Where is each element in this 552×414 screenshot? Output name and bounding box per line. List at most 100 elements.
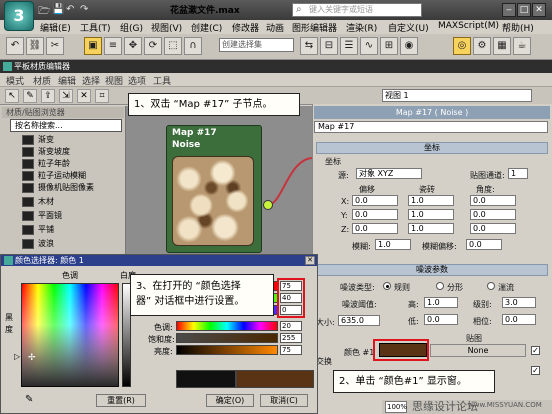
hue-spinner[interactable]: 20 bbox=[280, 321, 302, 331]
browser-item[interactable]: 木材 bbox=[22, 196, 124, 208]
browser-item[interactable]: 摄像机贴图像素 bbox=[22, 182, 124, 194]
render-frame-icon[interactable]: ▦ bbox=[493, 37, 511, 55]
browser-item[interactable]: 渐变 bbox=[22, 134, 124, 146]
browser-item[interactable]: 渐变坡度 bbox=[22, 146, 124, 158]
saturation-spinner[interactable]: 255 bbox=[280, 333, 302, 343]
slate-menu-modes[interactable]: 模式 bbox=[6, 74, 24, 87]
browser-item[interactable]: 粒子年龄 bbox=[22, 158, 124, 170]
green-spinner[interactable]: 40 bbox=[280, 293, 302, 303]
zoom-field[interactable]: 100% bbox=[385, 401, 407, 413]
offset-z-spinner[interactable]: 0.0 bbox=[352, 223, 398, 234]
minimize-button[interactable]: ‒ bbox=[502, 3, 516, 17]
hue-bar[interactable] bbox=[176, 321, 278, 331]
map-name-field[interactable]: Map #17 bbox=[314, 121, 548, 133]
coordinates-rollout[interactable]: 坐标 bbox=[316, 142, 548, 154]
close-icon[interactable]: ✕ bbox=[305, 256, 315, 265]
align-icon[interactable]: ⊟ bbox=[320, 37, 338, 55]
menu-group[interactable]: 组(G) bbox=[120, 21, 143, 34]
curve-editor-icon[interactable]: ∿ bbox=[360, 37, 378, 55]
red-spinner[interactable]: 75 bbox=[280, 281, 302, 291]
angle-x-spinner[interactable]: 0.0 bbox=[470, 195, 516, 206]
noise-params-rollout[interactable]: 噪波参数 bbox=[316, 264, 548, 276]
eyedropper-icon[interactable]: ✎ bbox=[25, 394, 33, 405]
browser-item[interactable]: 平面镜 bbox=[22, 210, 124, 222]
menu-maxscript[interactable]: MAXScript(M) bbox=[438, 21, 499, 31]
tile-z-spinner[interactable]: 1.0 bbox=[408, 223, 454, 234]
move-children-icon[interactable]: ⌗ bbox=[95, 89, 109, 103]
cancel-button[interactable]: 取消(C) bbox=[260, 394, 308, 407]
slate-editor-icon[interactable]: ◎ bbox=[453, 37, 471, 55]
render-setup-icon[interactable]: ⚙ bbox=[473, 37, 491, 55]
save-icon[interactable]: 💾 bbox=[52, 4, 64, 15]
app-logo[interactable]: 3 bbox=[4, 1, 34, 31]
menu-rendering[interactable]: 渲染(R) bbox=[346, 21, 377, 34]
material-editor-icon[interactable]: ◉ bbox=[400, 37, 418, 55]
levels-spinner[interactable]: 3.0 bbox=[502, 297, 536, 308]
pick-material-icon[interactable]: ✎ bbox=[23, 89, 37, 103]
undo-icon[interactable]: ↶ bbox=[6, 37, 24, 55]
output-socket[interactable] bbox=[263, 200, 273, 210]
color1-swatch[interactable] bbox=[379, 343, 427, 357]
menu-edit[interactable]: 编辑(E) bbox=[40, 21, 71, 34]
slate-menu-select[interactable]: 选择 bbox=[82, 74, 100, 87]
high-spinner[interactable]: 1.0 bbox=[424, 297, 458, 308]
menu-animation[interactable]: 动画 bbox=[266, 21, 284, 34]
render-icon[interactable]: ☕ bbox=[513, 37, 531, 55]
redo-icon[interactable]: ↷ bbox=[80, 4, 88, 15]
link-icon[interactable]: ⛓ bbox=[26, 37, 44, 55]
phase-spinner[interactable]: 0.0 bbox=[502, 314, 536, 325]
browser-item[interactable]: 平铺 bbox=[22, 224, 124, 236]
offset-y-spinner[interactable]: 0.0 bbox=[352, 209, 398, 220]
select-object-icon[interactable]: ▣ bbox=[84, 37, 102, 55]
rotate-icon[interactable]: ⟳ bbox=[144, 37, 162, 55]
mirror-icon[interactable]: ⇆ bbox=[300, 37, 318, 55]
size-spinner[interactable]: 635.0 bbox=[338, 315, 380, 326]
select-tool-icon[interactable]: ↖ bbox=[5, 89, 19, 103]
move-icon[interactable]: ✥ bbox=[124, 37, 142, 55]
close-button[interactable]: ✕ bbox=[532, 3, 546, 17]
value-spinner[interactable]: 75 bbox=[280, 345, 302, 355]
undo-icon[interactable]: ↶ bbox=[66, 4, 74, 15]
blue-spinner[interactable]: 0 bbox=[280, 305, 302, 315]
color2-map-checkbox[interactable]: ✓ bbox=[531, 366, 540, 375]
reset-button[interactable]: 重置(R) bbox=[96, 394, 146, 407]
crosshair-icon[interactable]: ✢ bbox=[28, 353, 36, 363]
blur-spinner[interactable]: 1.0 bbox=[375, 239, 411, 250]
offset-x-spinner[interactable]: 0.0 bbox=[352, 195, 398, 206]
snap-icon[interactable]: ∩ bbox=[184, 37, 202, 55]
saturation-bar[interactable] bbox=[176, 333, 278, 343]
view-select-dropdown[interactable]: 视图 1 bbox=[382, 89, 532, 102]
selection-set-dropdown[interactable]: 创建选择集 bbox=[219, 38, 294, 52]
open-icon[interactable]: 🗁 bbox=[38, 4, 50, 21]
menu-create[interactable]: 创建(C) bbox=[191, 21, 222, 34]
slate-menu-edit[interactable]: 编辑 bbox=[58, 74, 76, 87]
swap-button[interactable]: 交换 bbox=[316, 356, 332, 367]
radio-regular[interactable] bbox=[383, 282, 391, 290]
slate-menu-material[interactable]: 材质 bbox=[33, 74, 51, 87]
unlink-icon[interactable]: ✂ bbox=[46, 37, 64, 55]
menu-views[interactable]: 视图(V) bbox=[151, 21, 182, 34]
slate-menu-view[interactable]: 视图 bbox=[105, 74, 123, 87]
angle-z-spinner[interactable]: 0.0 bbox=[470, 223, 516, 234]
map-channel-spinner[interactable]: 1 bbox=[508, 168, 528, 179]
browser-item[interactable]: 波浪 bbox=[22, 238, 124, 250]
tile-y-spinner[interactable]: 1.0 bbox=[408, 209, 454, 220]
assign-material-icon[interactable]: ⇲ bbox=[59, 89, 73, 103]
scale-icon[interactable]: ⬚ bbox=[164, 37, 182, 55]
low-spinner[interactable]: 0.0 bbox=[424, 314, 458, 325]
slate-menu-options[interactable]: 选项 bbox=[128, 74, 146, 87]
blackness-arrow-icon[interactable]: ▷ bbox=[14, 352, 20, 361]
radio-turbulence[interactable] bbox=[487, 282, 495, 290]
layers-icon[interactable]: ☰ bbox=[340, 37, 358, 55]
source-dropdown[interactable]: 对象 XYZ bbox=[356, 168, 422, 179]
value-bar[interactable] bbox=[176, 345, 278, 355]
menu-help[interactable]: 帮助(H) bbox=[502, 21, 534, 34]
browser-item[interactable]: 粒子运动模糊 bbox=[22, 170, 124, 182]
menu-modifiers[interactable]: 修改器 bbox=[232, 21, 259, 34]
menu-customize[interactable]: 自定义(U) bbox=[388, 21, 429, 34]
slate-menu-utilities[interactable]: 工具 bbox=[153, 74, 171, 87]
put-to-scene-icon[interactable]: ⇪ bbox=[41, 89, 55, 103]
menu-tools[interactable]: 工具(T) bbox=[80, 21, 111, 34]
browser-search-input[interactable]: 按名称搜索... bbox=[10, 119, 122, 132]
schematic-icon[interactable]: ⊞ bbox=[380, 37, 398, 55]
